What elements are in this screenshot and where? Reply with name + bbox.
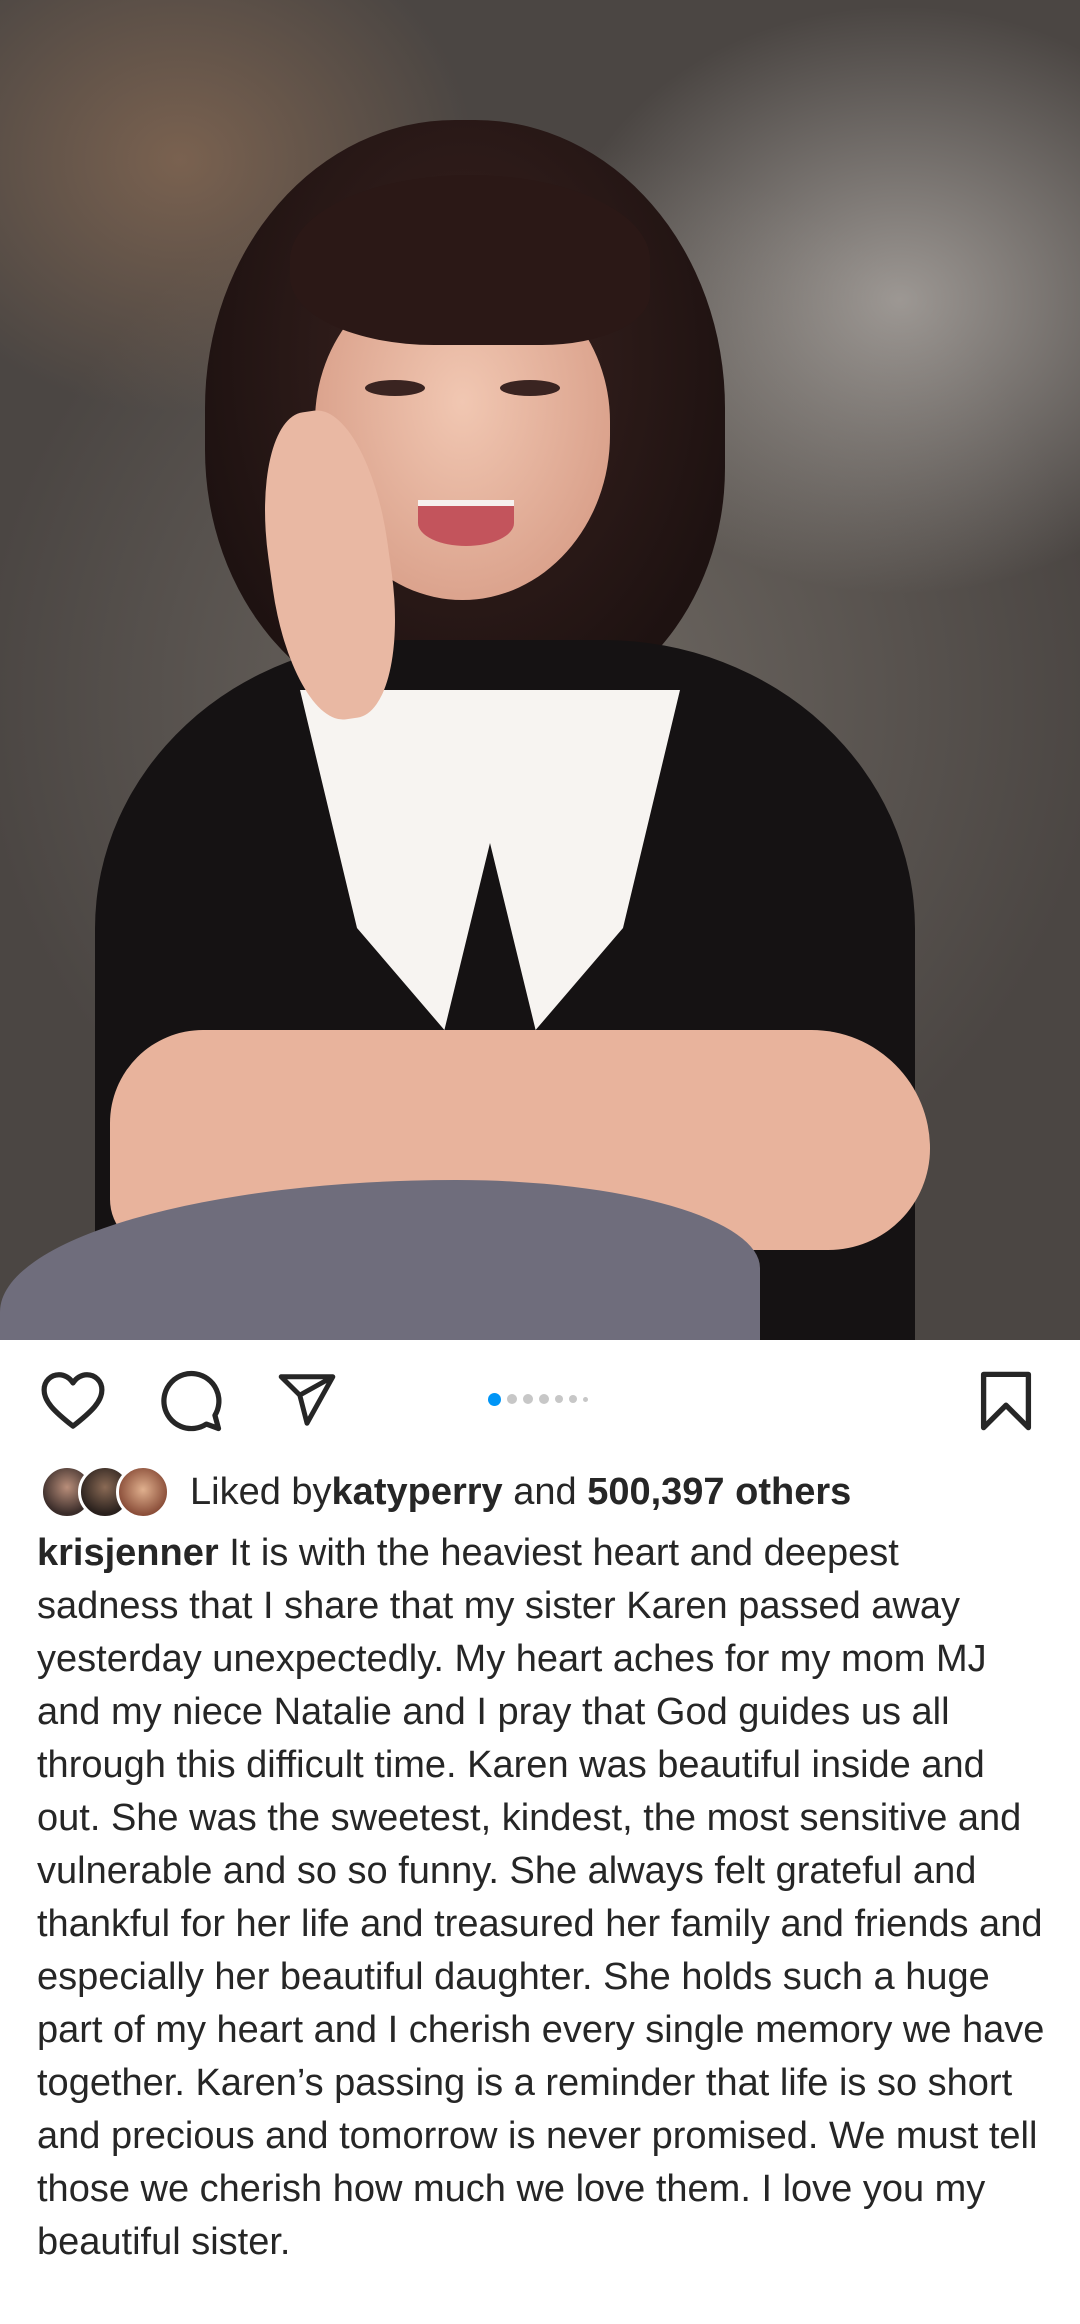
photo-bangs	[290, 175, 650, 345]
avatar	[116, 1465, 170, 1519]
carousel-dot	[555, 1395, 563, 1403]
carousel-dot	[507, 1394, 517, 1404]
bookmark-icon	[980, 1371, 1032, 1431]
carousel-dot	[569, 1395, 577, 1403]
heart-icon	[41, 1372, 105, 1429]
likes-connector: and	[502, 1470, 588, 1513]
carousel-indicator	[488, 1392, 588, 1406]
like-button[interactable]	[40, 1369, 106, 1436]
paper-plane-icon	[278, 1374, 336, 1426]
caption-username[interactable]: krisjenner	[37, 1532, 219, 1574]
share-button[interactable]	[276, 1369, 338, 1436]
carousel-dot	[488, 1392, 501, 1406]
photo-eye-left	[365, 380, 425, 396]
likes-row[interactable]: Liked by katyperry and 500,397 others	[40, 1465, 851, 1519]
comment-bubble-icon	[161, 1370, 222, 1432]
post-photo[interactable]	[0, 0, 1080, 1340]
carousel-dot	[583, 1396, 588, 1402]
likes-prefix: Liked by	[190, 1470, 332, 1513]
liker-username[interactable]: katyperry	[332, 1471, 503, 1514]
likes-count[interactable]: 500,397 others	[587, 1471, 851, 1514]
caption-text: It is with the heaviest heart and deepes…	[37, 1532, 1045, 2263]
carousel-dot	[539, 1394, 549, 1404]
photo-smile	[418, 500, 514, 546]
post-caption: krisjenner It is with the heaviest heart…	[37, 1527, 1047, 2269]
photo-eye-right	[500, 380, 560, 396]
liker-avatars	[40, 1465, 170, 1519]
comment-button[interactable]	[158, 1368, 224, 1439]
save-button[interactable]	[978, 1370, 1034, 1437]
carousel-dot	[523, 1394, 533, 1404]
